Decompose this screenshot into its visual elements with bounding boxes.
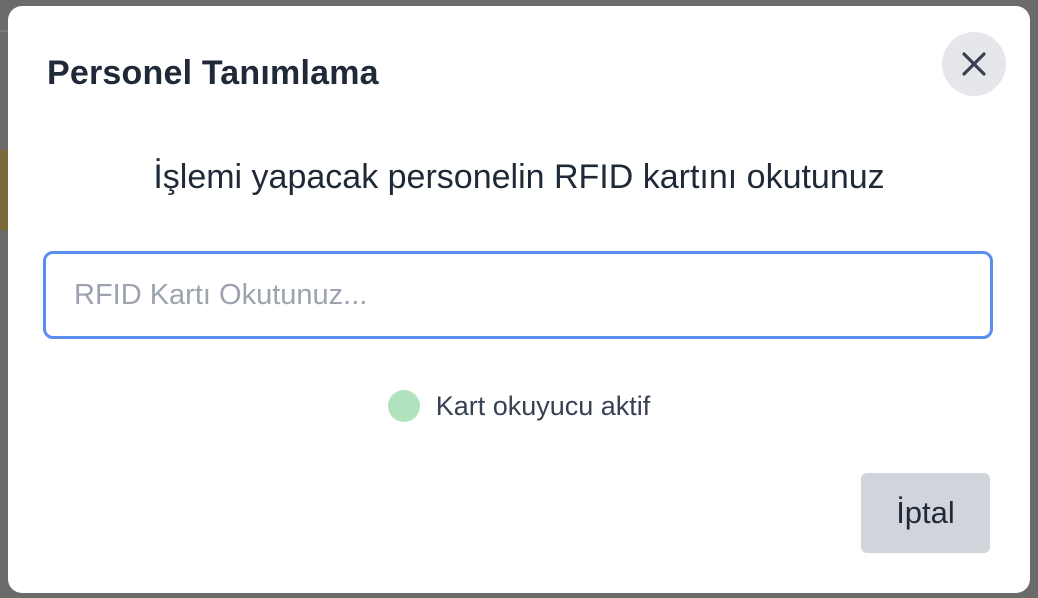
close-button[interactable] bbox=[942, 32, 1006, 96]
rfid-card-input[interactable] bbox=[43, 251, 993, 339]
cancel-button[interactable]: İptal bbox=[861, 473, 990, 553]
status-indicator-dot bbox=[387, 390, 420, 422]
reader-status: Kart okuyucu aktif bbox=[8, 390, 1030, 422]
background-content bbox=[0, 150, 8, 230]
instruction-text: İşlemi yapacak personelin RFID kartını o… bbox=[153, 158, 885, 196]
personnel-definition-modal: Personel Tanımlama İşlemi yapacak person… bbox=[8, 6, 1030, 593]
status-text: Kart okuyucu aktif bbox=[435, 390, 651, 421]
background-divider bbox=[0, 30, 8, 32]
modal-title: Personel Tanımlama bbox=[47, 54, 379, 92]
close-icon bbox=[960, 50, 988, 78]
